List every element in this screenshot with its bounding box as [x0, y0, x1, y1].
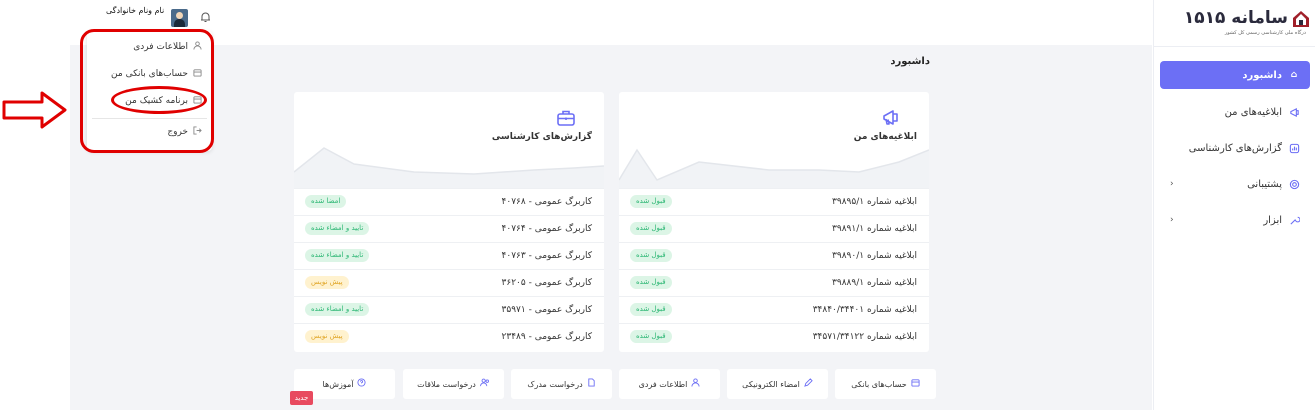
quick-link-personal-info[interactable]: اطلاعات فردی — [619, 369, 720, 399]
quick-link-meeting-request[interactable]: درخواست ملاقات — [403, 369, 504, 399]
quick-link-label: درخواست مدرک — [527, 379, 583, 389]
report-row[interactable]: کاربرگ عمومی - ۳۵۹۷۱ تایید و امضاء شده — [294, 296, 604, 323]
quick-link-label: امضاء الکترونیکی — [742, 379, 800, 389]
sidebar-item-support[interactable]: پشتیبانی ‹ — [1160, 170, 1310, 198]
notice-row[interactable]: ابلاغیه شماره ۳۹۸۹۰/۱ قبول شده — [619, 242, 929, 269]
avatar[interactable] — [171, 9, 188, 27]
notice-row[interactable]: ابلاغیه شماره ۳۴۸۴۰/۳۴۴۰۱ قبول شده — [619, 296, 929, 323]
status-badge: قبول شده — [630, 303, 672, 316]
sidebar-item-label: ابلاغیه‌های من — [1224, 106, 1282, 118]
notice-label: ابلاغیه شماره ۳۹۸۹۰/۱ — [832, 251, 917, 261]
report-row[interactable]: کاربرگ عمومی - ۳۶۲۰۵ پیش نویس — [294, 269, 604, 296]
notice-row[interactable]: ابلاغیه شماره ۳۹۸۹۱/۱ قبول شده — [619, 215, 929, 242]
megaphone-icon — [1288, 106, 1300, 118]
report-label: کاربرگ عمومی - ۲۳۴۸۹ — [501, 332, 592, 342]
home-icon: ⌂ — [1290, 70, 1298, 80]
sidebar-item-dashboard[interactable]: ⌂ داشبورد — [1160, 61, 1310, 89]
notices-card: ابلاغیه‌های من ابلاغیه شماره ۳۹۸۹۵/۱ قبو… — [619, 92, 929, 352]
report-label: کاربرگ عمومی - ۴۰۷۶۳ — [501, 251, 592, 261]
report-row[interactable]: کاربرگ عمومی - ۴۰۷۶۳ تایید و امضاء شده — [294, 242, 604, 269]
status-badge: تایید و امضاء شده — [305, 249, 370, 262]
briefcase-icon — [557, 110, 575, 126]
new-badge: جدید — [290, 391, 313, 405]
chevron-left-icon: ‹ — [1170, 215, 1174, 225]
report-label: کاربرگ عمومی - ۴۰۷۶۴ — [501, 224, 592, 234]
notice-row[interactable]: ابلاغیه شماره ۳۴۵۷۱/۳۴۱۲۲ قبول شده — [619, 323, 929, 350]
house-logo-icon — [1293, 11, 1309, 27]
sidebar-item-tools[interactable]: ابزار ‹ — [1160, 206, 1310, 234]
notice-label: ابلاغیه شماره ۳۹۸۹۱/۱ — [832, 224, 917, 234]
brand-logo[interactable]: سامانه ۱۵۱۵ درگاه ملی کارشناسی رسمی کل ک… — [1184, 8, 1310, 38]
report-label: کاربرگ عمومی - ۳۶۲۰۵ — [501, 278, 592, 288]
trend-sparkline — [619, 148, 929, 188]
trend-sparkline — [294, 147, 604, 188]
notice-label: ابلاغیه شماره ۳۴۸۴۰/۳۴۴۰۱ — [812, 305, 917, 315]
user-icon — [691, 378, 700, 390]
status-badge: تایید و امضاء شده — [305, 303, 370, 316]
report-row[interactable]: کاربرگ عمومی - ۴۰۷۶۴ تایید و امضاء شده — [294, 215, 604, 242]
quick-link-label: اطلاعات فردی — [638, 379, 688, 389]
support-icon — [1288, 178, 1300, 190]
sidebar-item-label: ابزار — [1263, 214, 1282, 226]
card-header: ابلاغیه‌های من — [619, 92, 929, 188]
chevron-left-icon: ‹ — [1170, 179, 1174, 189]
bell-icon[interactable] — [200, 11, 211, 23]
report-icon — [1288, 142, 1300, 154]
report-label: کاربرگ عمومی - ۴۰۷۶۸ — [501, 197, 592, 207]
sidebar-item-label: پشتیبانی — [1247, 178, 1282, 190]
status-badge: امضا شده — [305, 195, 347, 208]
quick-link-e-signature[interactable]: امضاء الکترونیکی — [727, 369, 828, 399]
brand-subtitle: درگاه ملی کارشناسی رسمی کل کشور — [1224, 30, 1306, 36]
status-badge: قبول شده — [630, 195, 672, 208]
quick-link-label: آموزش‌ها — [322, 379, 354, 389]
card-header: گزارش‌های کارشناسی — [294, 92, 604, 188]
tool-icon — [1288, 214, 1300, 226]
notice-row[interactable]: ابلاغیه شماره ۳۹۸۸۹/۱ قبول شده — [619, 269, 929, 296]
page-title: داشبورد — [890, 56, 930, 67]
notice-label: ابلاغیه شماره ۳۹۸۹۵/۱ — [832, 197, 917, 207]
calendar-icon — [911, 378, 920, 390]
status-badge: پیش نویس — [305, 276, 349, 289]
report-label: کاربرگ عمومی - ۳۵۹۷۱ — [501, 305, 592, 315]
pointer-arrow-icon — [2, 91, 67, 129]
users-icon — [479, 378, 490, 390]
sidebar-item-reports[interactable]: گزارش‌های کارشناسی — [1160, 134, 1310, 162]
help-icon — [357, 378, 367, 390]
quick-link-document-request[interactable]: درخواست مدرک — [511, 369, 612, 399]
highlight-oval — [111, 86, 207, 114]
notice-label: ابلاغیه شماره ۳۴۵۷۱/۳۴۱۲۲ — [812, 332, 917, 342]
document-icon — [587, 378, 596, 390]
notice-label: ابلاغیه شماره ۳۹۸۸۹/۱ — [832, 278, 917, 288]
username[interactable]: نام ونام خانوادگی — [106, 6, 164, 15]
status-badge: قبول شده — [630, 222, 672, 235]
sidebar-item-label: گزارش‌های کارشناسی — [1188, 142, 1282, 154]
report-row[interactable]: کاربرگ عمومی - ۲۳۴۸۹ پیش نویس — [294, 323, 604, 350]
main-content — [70, 45, 1152, 410]
sidebar-divider — [1153, 46, 1315, 47]
pen-icon — [804, 378, 813, 390]
reports-card: گزارش‌های کارشناسی کاربرگ عمومی - ۴۰۷۶۸ … — [294, 92, 604, 352]
report-row[interactable]: کاربرگ عمومی - ۴۰۷۶۸ امضا شده — [294, 188, 604, 215]
megaphone-icon — [883, 110, 898, 125]
status-badge: قبول شده — [630, 249, 672, 262]
status-badge: قبول شده — [630, 276, 672, 289]
top-header — [70, 0, 1152, 45]
status-badge: قبول شده — [630, 330, 672, 343]
status-badge: تایید و امضاء شده — [305, 222, 370, 235]
quick-link-label: درخواست ملاقات — [417, 379, 476, 389]
sidebar-item-notices[interactable]: ابلاغیه‌های من — [1160, 98, 1310, 126]
quick-link-label: حساب‌های بانکی — [851, 379, 907, 389]
brand-name: سامانه ۱۵۱۵ — [1183, 8, 1288, 28]
quick-link-bank-accounts[interactable]: حساب‌های بانکی — [835, 369, 936, 399]
notice-row[interactable]: ابلاغیه شماره ۳۹۸۹۵/۱ قبول شده — [619, 188, 929, 215]
sidebar-item-label: داشبورد — [1242, 69, 1282, 81]
status-badge: پیش نویس — [305, 330, 349, 343]
